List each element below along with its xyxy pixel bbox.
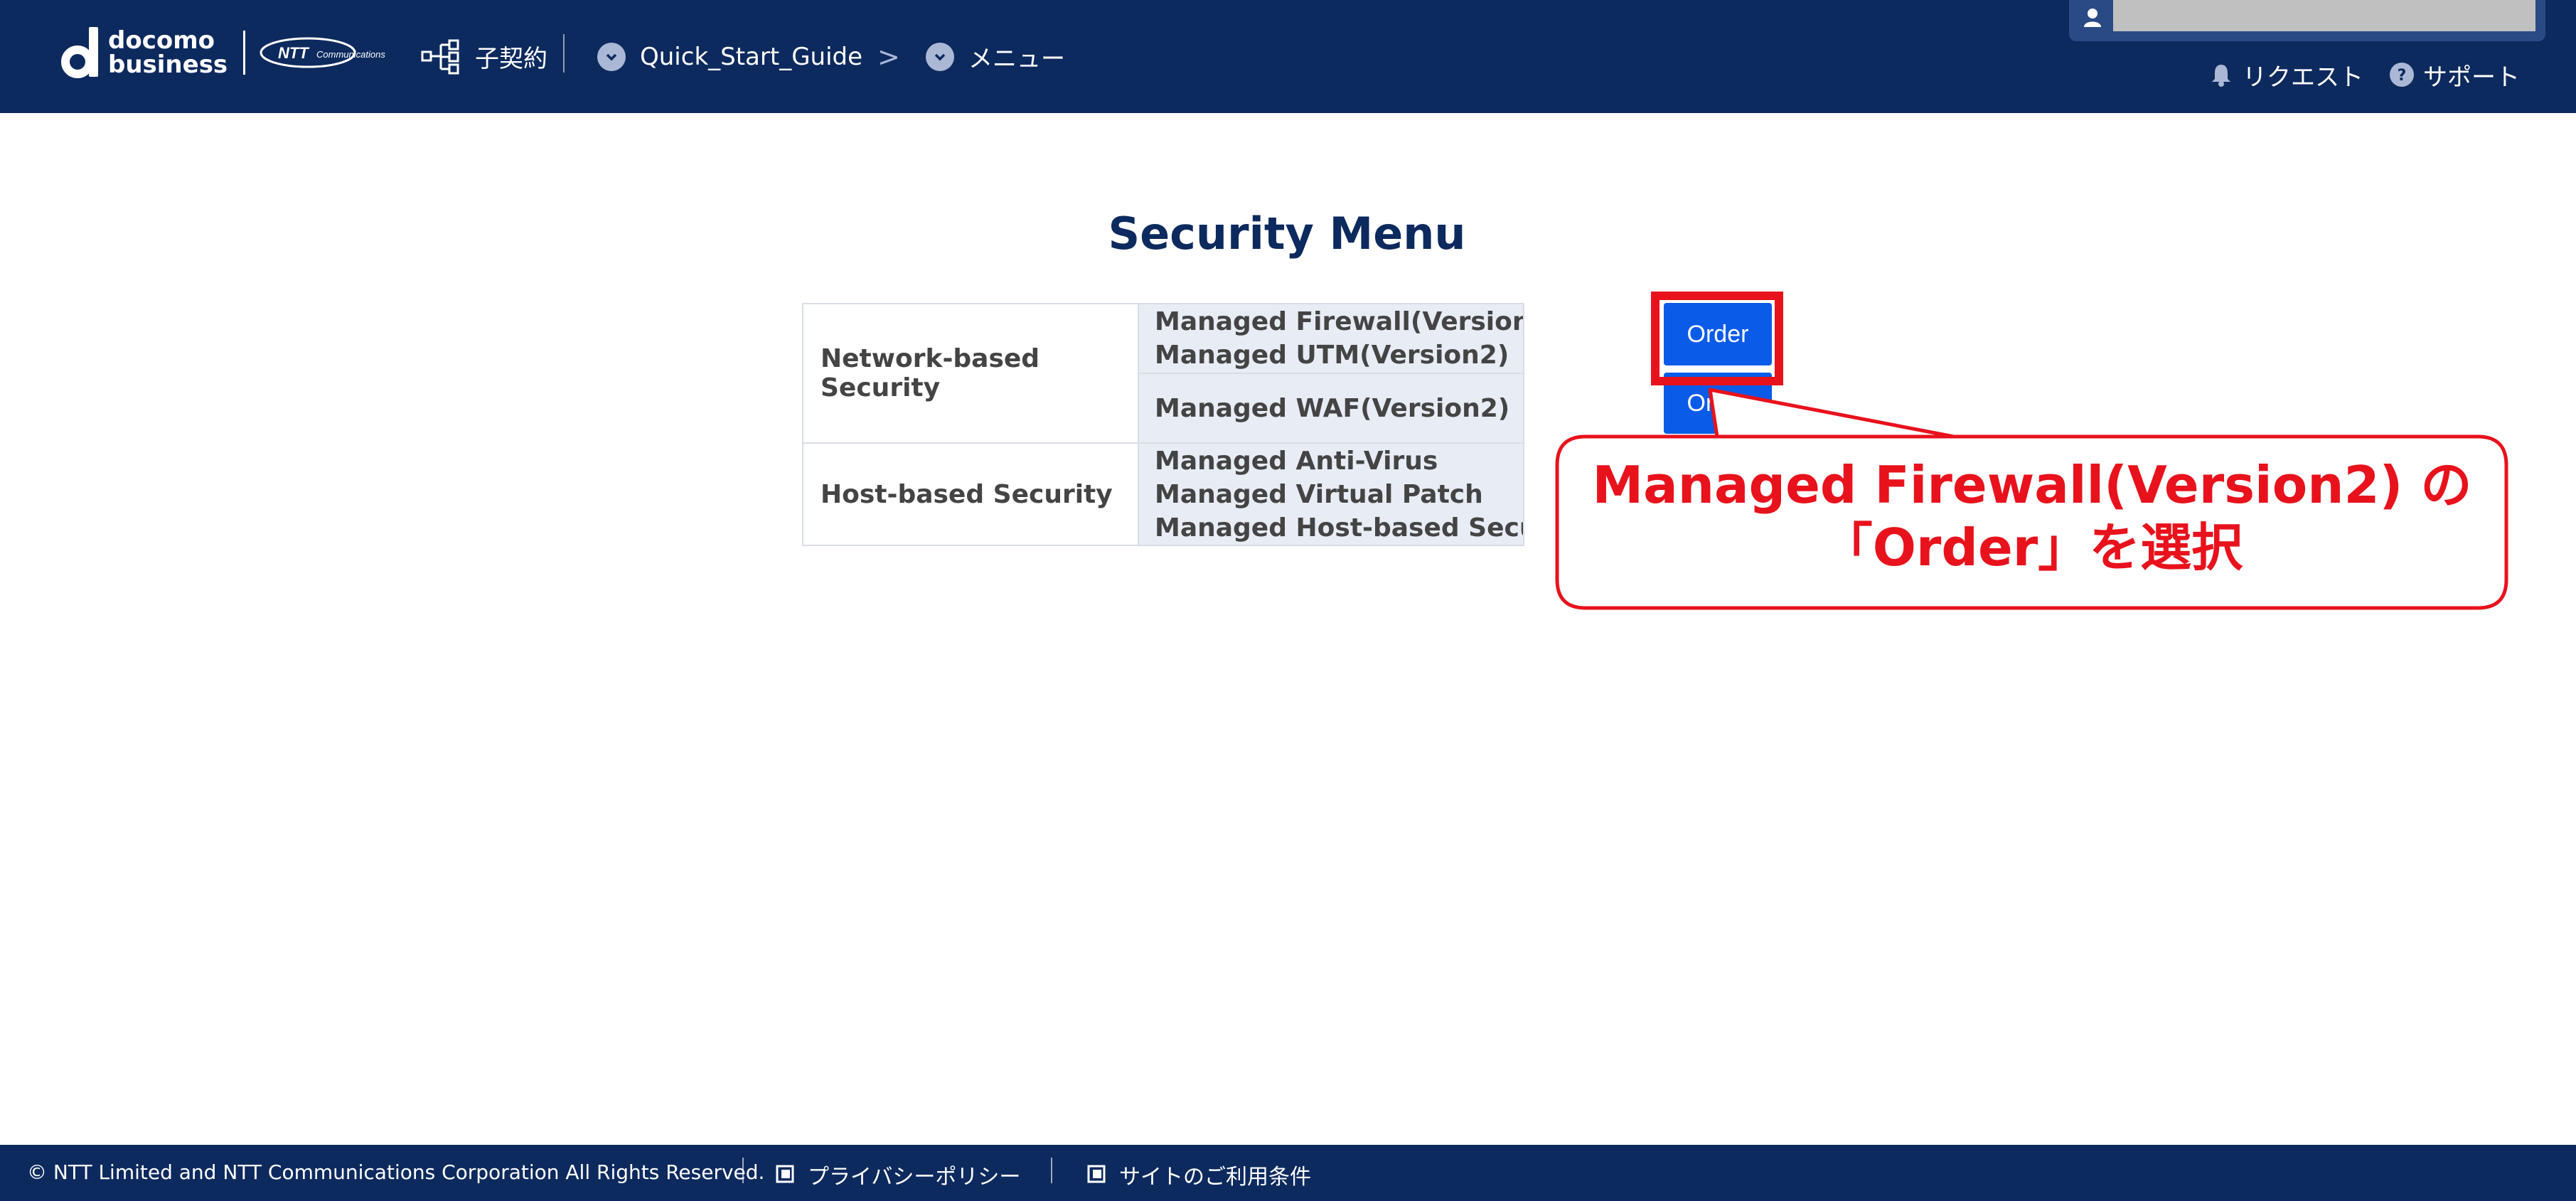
ntt-communications-logo: NTT Communications bbox=[260, 37, 386, 68]
service-name: Managed UTM(Version2) bbox=[1155, 341, 1509, 370]
svg-text:Communications: Communications bbox=[316, 49, 385, 60]
footer-divider bbox=[1051, 1158, 1052, 1183]
service-cell-firewall-utm: Managed Firewall(Version2) Managed UTM(V… bbox=[1138, 303, 1524, 374]
header-divider bbox=[563, 34, 565, 73]
breadcrumb-label: メニュー bbox=[968, 45, 1065, 73]
copyright-text: © NTT Limited and NTT Communications Cor… bbox=[27, 1160, 765, 1184]
svg-text:NTT: NTT bbox=[278, 44, 309, 62]
page-title: Security Menu bbox=[1108, 208, 1466, 260]
user-icon bbox=[2084, 9, 2101, 27]
security-menu-table: Network-based Security Managed Firewall(… bbox=[802, 303, 1524, 546]
breadcrumb-menu[interactable]: メニュー bbox=[926, 0, 1065, 113]
child-contract-menu[interactable]: 子契約 bbox=[421, 0, 547, 113]
user-name-field bbox=[2113, 0, 2535, 31]
service-name: Managed WAF(Version2) bbox=[1155, 393, 1510, 423]
docomo-business-logo[interactable]: docomo business NTT Communications bbox=[58, 24, 419, 81]
org-tree-icon bbox=[421, 39, 459, 74]
service-name: Managed Virtual Patch bbox=[1155, 479, 1483, 509]
logo-divider bbox=[243, 31, 246, 75]
breadcrumb-separator: > bbox=[877, 41, 900, 73]
breadcrumb-label: Quick_Start_Guide bbox=[640, 42, 863, 71]
request-label: リクエスト bbox=[2243, 63, 2363, 92]
annotation-callout-bubble bbox=[1555, 388, 2508, 610]
footer: © NTT Limited and NTT Communications Cor… bbox=[0, 1145, 2576, 1201]
chevron-down-icon bbox=[597, 42, 626, 71]
support-label: サポート bbox=[2423, 63, 2520, 92]
request-link[interactable]: リクエスト bbox=[2207, 57, 2363, 92]
chevron-down-icon bbox=[926, 42, 954, 71]
footer-divider bbox=[742, 1158, 744, 1183]
service-cell-host-based: Managed Anti-Virus Managed Virtual Patch… bbox=[1138, 442, 1524, 546]
service-cell-waf: Managed WAF(Version2) bbox=[1138, 373, 1524, 444]
external-link-icon bbox=[776, 1165, 794, 1183]
child-contract-label: 子契約 bbox=[475, 45, 547, 73]
privacy-policy-link[interactable]: プライバシーポリシー bbox=[775, 1159, 1020, 1190]
category-host-based-security: Host-based Security bbox=[802, 442, 1139, 546]
support-link[interactable]: ? サポート bbox=[2388, 57, 2520, 92]
help-icon: ? bbox=[2390, 63, 2414, 87]
docomo-d-mark bbox=[58, 24, 102, 81]
annotation-highlight-box bbox=[1651, 292, 1783, 385]
bell-icon bbox=[2212, 65, 2230, 87]
user-account-box[interactable] bbox=[2069, 0, 2545, 41]
service-name: Managed Anti-Virus bbox=[1155, 446, 1438, 476]
breadcrumb-quick-start-guide[interactable]: Quick_Start_Guide bbox=[597, 0, 862, 113]
service-name: Managed Host-based Security Package bbox=[1155, 513, 1523, 543]
logo-wordmark: docomo business bbox=[108, 26, 228, 79]
svg-text:?: ? bbox=[2398, 67, 2407, 85]
annotation-text: Managed Firewall(Version2) の 「Order」を選択 bbox=[1592, 455, 2472, 577]
terms-of-use-link[interactable]: サイトのご利用条件 bbox=[1086, 1159, 1311, 1190]
service-name: Managed Firewall(Version2) bbox=[1155, 307, 1524, 336]
external-link-icon bbox=[1087, 1165, 1106, 1183]
top-header: docomo business NTT Communications 子契約 Q… bbox=[0, 0, 2576, 113]
category-network-based-security: Network-based Security bbox=[802, 303, 1139, 444]
